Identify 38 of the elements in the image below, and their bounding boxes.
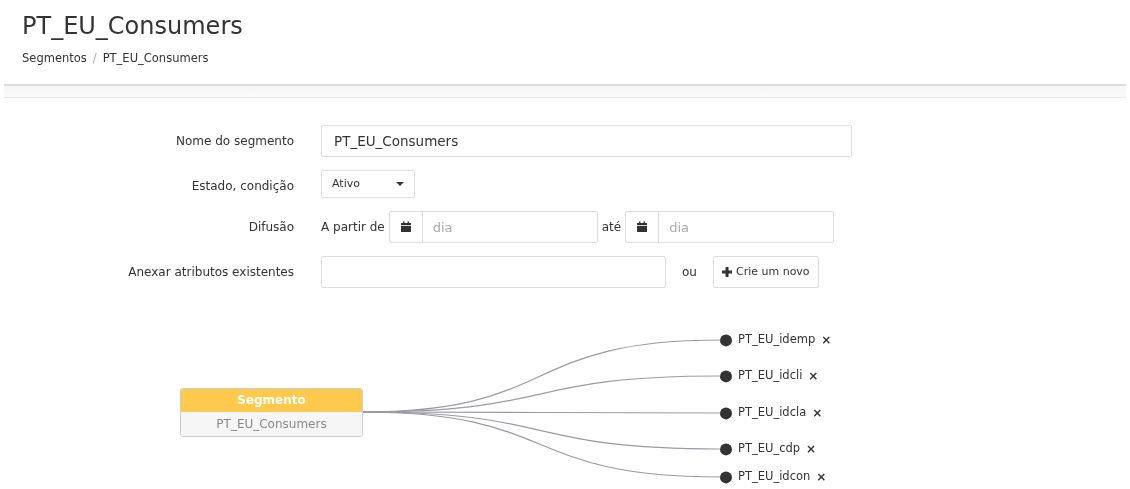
attribute-label: PT_EU_cdp bbox=[738, 440, 801, 458]
status-select[interactable]: Ativo bbox=[321, 170, 415, 199]
remove-attribute-button[interactable]: × bbox=[816, 471, 827, 484]
attribute-node-dot bbox=[720, 471, 732, 484]
from-label: A partir de bbox=[321, 219, 385, 237]
calendar-icon[interactable] bbox=[636, 221, 649, 234]
attribute-label: PT_EU_idcli bbox=[738, 367, 803, 385]
attributes-input[interactable] bbox=[321, 256, 666, 289]
field-label: Estado, condição bbox=[190, 178, 294, 196]
plus-icon bbox=[721, 267, 732, 278]
create-new-button[interactable]: Crie um novo bbox=[712, 256, 819, 289]
attribute-node-dot bbox=[720, 334, 732, 347]
calendar-icon[interactable] bbox=[399, 221, 412, 234]
attribute-node-dot bbox=[720, 370, 732, 383]
caret-icon bbox=[396, 182, 404, 187]
name-input[interactable]: PT_EU_Consumers bbox=[321, 125, 852, 158]
remove-attribute-button[interactable]: × bbox=[812, 407, 823, 420]
attribute-node-dot bbox=[720, 443, 732, 456]
field-label: Difusão bbox=[247, 219, 294, 237]
date-field[interactable]: dia bbox=[388, 211, 598, 244]
remove-attribute-button[interactable]: × bbox=[806, 443, 817, 456]
attribute-node-dot bbox=[720, 407, 732, 420]
page-title: PT_EU_Consumers bbox=[22, 11, 244, 42]
breadcrumb-link[interactable]: Segmentos bbox=[22, 50, 87, 68]
to-label: até bbox=[601, 219, 622, 237]
field-label: Nome do segmento bbox=[175, 133, 294, 151]
segment-header: Segmento bbox=[181, 389, 362, 413]
remove-attribute-button[interactable]: × bbox=[821, 334, 832, 347]
segment-name: PT_EU_Consumers bbox=[181, 412, 362, 437]
date-field[interactable]: dia bbox=[625, 211, 835, 244]
field-label: Anexar atributos existentes bbox=[127, 264, 294, 282]
breadcrumb-current: PT_EU_Consumers bbox=[102, 50, 209, 67]
remove-attribute-button[interactable]: × bbox=[808, 370, 819, 383]
attribute-label: PT_EU_idcon bbox=[738, 468, 811, 486]
or-label: ou bbox=[682, 264, 697, 282]
breadcrumb-separator: / bbox=[92, 50, 97, 67]
attribute-label: PT_EU_idemp bbox=[738, 331, 816, 349]
attribute-label: PT_EU_idcla bbox=[738, 404, 807, 422]
